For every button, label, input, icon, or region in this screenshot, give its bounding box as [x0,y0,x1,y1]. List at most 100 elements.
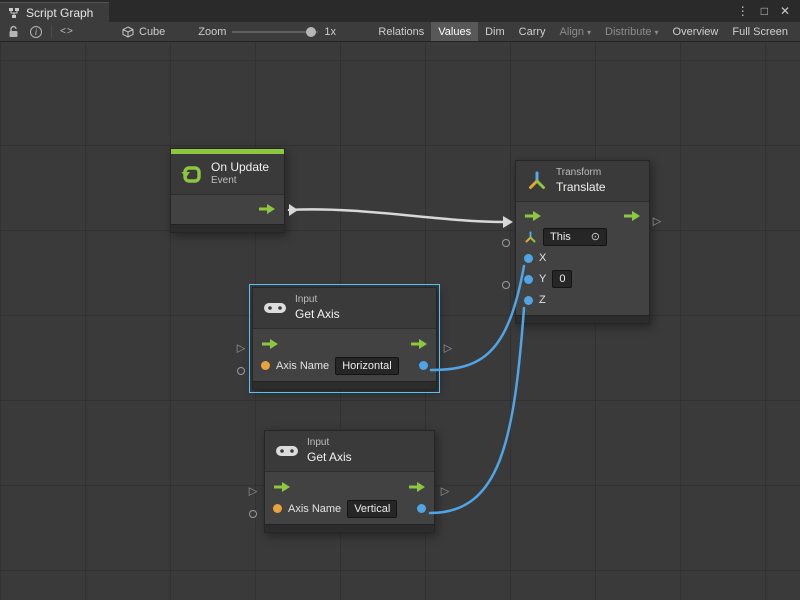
flow-port-triangle[interactable]: ▷ [237,344,245,355]
this-row: This ⊙ [516,227,649,248]
value-port-circle[interactable] [502,281,510,289]
x-input-row: X [516,248,649,269]
wire-start-arrow [289,204,298,216]
value-port-circle[interactable] [237,367,245,375]
dim-button[interactable]: Dim [478,22,512,41]
value-output-port[interactable] [419,361,428,370]
wire-end-arrow [503,216,513,228]
z-label: Z [539,294,546,306]
toolbar-separator [51,25,52,38]
this-object-field[interactable]: This ⊙ [543,228,607,246]
value-output-port[interactable] [417,504,426,513]
axis-name-row: Axis Name Horizontal [253,355,436,377]
x-label: X [539,252,546,264]
value-port-circle[interactable] [502,239,510,247]
gamepad-icon [275,444,299,458]
target-label: Cube [139,26,165,38]
node-footer [171,224,284,232]
tab-script-graph[interactable]: Script Graph [0,2,109,22]
window-controls: ⋮ □ ✕ [727,5,800,17]
node-subtitle: Input [307,437,352,450]
zoom-slider-handle[interactable] [306,27,316,37]
loop-event-icon [181,163,203,185]
graph-toolbar: i <> Cube Zoom 1x Relations Values Dim C… [0,22,800,42]
flow-port-triangle[interactable]: ▷ [444,344,452,355]
value-input-port-x[interactable] [524,254,533,263]
get-axis-vertical-node[interactable]: Input Get Axis Axis Name Ver [264,430,435,533]
get-axis-header: Input Get Axis [253,288,436,329]
toolbar-buttons: Relations Values Dim Carry Align ▾ Distr… [371,22,795,41]
node-title: Get Axis [307,450,352,465]
object-picker-icon[interactable]: ⊙ [591,230,600,244]
flow-port-triangle[interactable]: ▷ [249,487,257,498]
overview-button[interactable]: Overview [666,22,726,41]
titlebar: Script Graph ⋮ □ ✕ [0,0,800,22]
gamepad-icon [263,301,287,315]
get-axis-horizontal-node[interactable]: Input Get Axis Axis Name Hor [252,287,437,390]
node-subtitle: Event [211,175,269,188]
graph-icon [8,7,20,19]
value-port-circle[interactable] [249,510,257,518]
relations-button[interactable]: Relations [371,22,431,41]
transform-icon [524,231,537,244]
node-subtitle: Input [295,294,340,307]
on-update-node[interactable]: On Update Event [170,148,285,233]
axis-name-label: Axis Name [276,360,329,372]
axis-name-row: Axis Name Vertical [265,498,434,520]
maximize-icon[interactable]: □ [761,5,768,17]
kebab-menu-icon[interactable]: ⋮ [737,5,749,17]
y-input-row: Y 0 [516,269,649,290]
flow-output-port[interactable] [410,338,428,350]
align-button[interactable]: Align ▾ [553,22,598,41]
value-input-port-y[interactable] [524,275,533,284]
node-footer [253,381,436,389]
zoom-label: Zoom [198,26,226,38]
flow-output-port[interactable] [623,210,641,222]
graph-canvas[interactable]: On Update Event [0,42,800,600]
script-graph-window: Script Graph ⋮ □ ✕ i <> Cube Zo [0,0,800,600]
string-input-port[interactable] [261,361,270,370]
flow-input-port[interactable] [273,481,291,493]
graph-target[interactable]: Cube [122,26,165,38]
node-title: On Update [211,160,269,175]
flow-input-port[interactable] [261,338,279,350]
y-value-field[interactable]: 0 [552,270,572,288]
info-icon[interactable]: i [28,24,44,40]
value-input-port-z[interactable] [524,296,533,305]
cube-icon [122,26,134,38]
flow-row [253,333,436,355]
translate-header: Transform Translate [516,161,649,202]
zoom-slider[interactable] [232,25,318,39]
code-view-icon[interactable]: <> [59,24,75,40]
axis-name-field[interactable]: Vertical [347,500,397,518]
zoom-control: Zoom 1x [198,25,336,39]
node-title: Get Axis [295,307,340,322]
tab-title: Script Graph [26,6,93,20]
flow-input-port[interactable] [524,210,542,222]
chevron-down-icon: ▾ [587,28,591,37]
distribute-button[interactable]: Distribute ▾ [598,22,665,41]
node-subtitle: Transform [556,167,606,180]
axis-name-label: Axis Name [288,503,341,515]
flow-port-triangle[interactable]: ▷ [653,217,661,228]
value-wire-vertical-z [430,308,524,513]
string-input-port[interactable] [273,504,282,513]
node-footer [265,524,434,532]
flow-row [265,476,434,498]
close-icon[interactable]: ✕ [780,5,790,17]
chevron-down-icon: ▾ [655,28,659,37]
flow-output-port[interactable] [258,203,276,215]
flow-port-triangle[interactable]: ▷ [441,487,449,498]
fullscreen-button[interactable]: Full Screen [725,22,795,41]
flow-wire-onupdate-translate [289,209,504,222]
on-update-header: On Update Event [171,154,284,195]
lock-icon[interactable] [5,24,21,40]
translate-node[interactable]: Transform Translate [515,160,650,324]
zoom-value: 1x [324,26,336,38]
values-button[interactable]: Values [431,22,478,41]
carry-button[interactable]: Carry [512,22,553,41]
transform-icon [526,170,548,192]
flow-output-port[interactable] [408,481,426,493]
flow-row [171,199,284,220]
axis-name-field[interactable]: Horizontal [335,357,399,375]
